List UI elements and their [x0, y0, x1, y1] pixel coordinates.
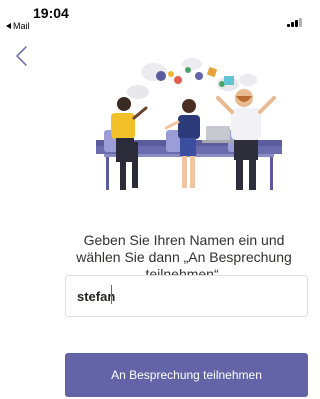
back-triangle-icon	[6, 23, 11, 29]
chevron-left-icon[interactable]	[14, 44, 32, 68]
status-bar: 19:04 Mail	[0, 0, 308, 34]
join-meeting-button[interactable]: An Besprechung teilnehmen	[65, 353, 308, 397]
signal-strength-icon	[287, 17, 305, 27]
back-to-app-link[interactable]: Mail	[6, 21, 30, 31]
meeting-people-illustration	[96, 58, 282, 194]
text-caret	[111, 285, 112, 304]
status-time: 19:04	[33, 5, 69, 21]
back-app-label: Mail	[13, 21, 30, 31]
name-input[interactable]	[65, 275, 308, 317]
